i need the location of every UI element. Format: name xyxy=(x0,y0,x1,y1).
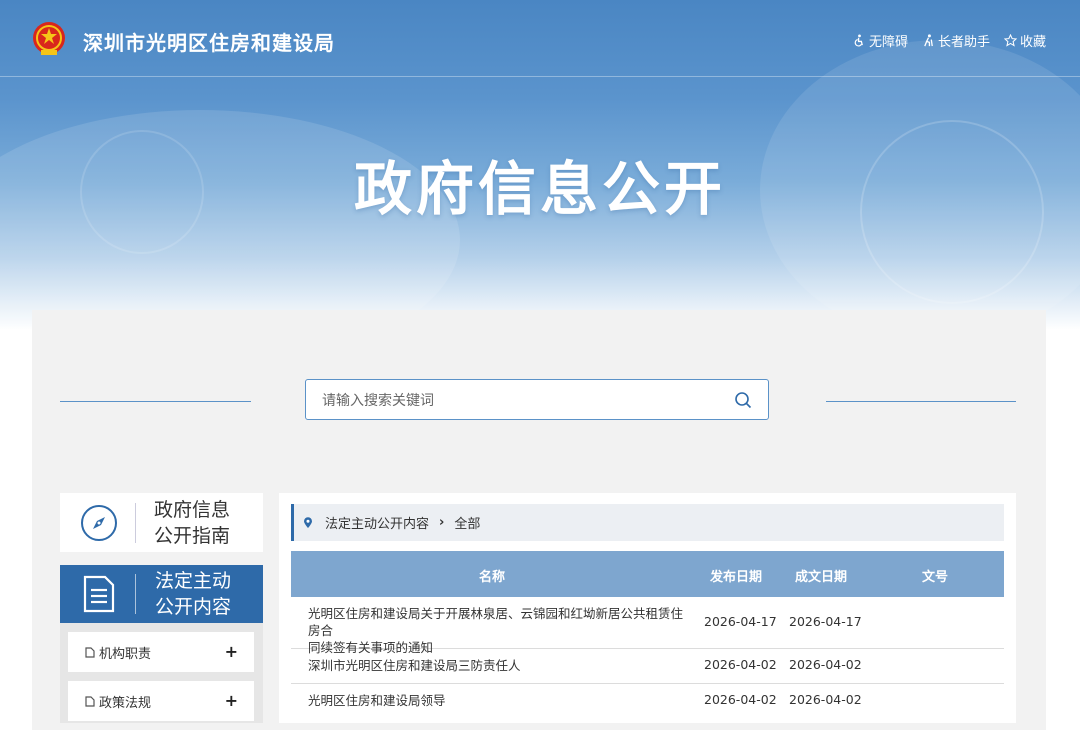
row-publish-date: 2026-04-02 xyxy=(704,657,777,672)
statutory-label: 法定主动 公开内容 xyxy=(155,568,235,620)
sidebar-item-org-duties[interactable]: 机构职责 + xyxy=(68,632,254,672)
search-input[interactable] xyxy=(320,389,724,413)
site-title[interactable]: 深圳市光明区住房和建设局 xyxy=(83,27,335,56)
table-header: 名称 发布日期 成文日期 文号 xyxy=(291,551,1004,597)
row-title[interactable]: 光明区住房和建设局领导 xyxy=(308,692,693,709)
chevron-right-icon: › xyxy=(439,515,445,530)
row-written-date: 2026-04-02 xyxy=(789,657,862,672)
row-publish-date: 2026-04-17 xyxy=(704,614,777,629)
guide-label-line1: 政府信息 xyxy=(154,498,231,521)
accessibility-icon xyxy=(854,34,863,47)
statutory-label-line2: 公开内容 xyxy=(155,596,232,618)
favorite-label: 收藏 xyxy=(1019,35,1046,50)
sidebar-item-label: 政策法规 xyxy=(99,695,152,711)
elder-helper-link[interactable]: 长者助手 xyxy=(922,31,990,50)
table-row: 深圳市光明区住房和建设局三防责任人 2026-04-02 2026-04-02 xyxy=(291,649,1004,684)
favorite-link[interactable]: 收藏 xyxy=(1003,31,1046,50)
statutory-label-line1: 法定主动 xyxy=(155,570,232,592)
table-row: 光明区住房和建设局关于开展林泉居、云锦园和红坳新居公共租赁住房合 同续签有关事项… xyxy=(291,597,1004,655)
hero-title: 政府信息公开 xyxy=(353,155,726,223)
sidebar-item-policies[interactable]: 政策法规 + xyxy=(68,681,254,721)
breadcrumb-section[interactable]: 法定主动公开内容 xyxy=(325,513,429,532)
file-icon xyxy=(85,646,95,658)
guide-label: 政府信息 公开指南 xyxy=(154,497,234,549)
column-header-publish-date: 发布日期 xyxy=(710,570,763,585)
breadcrumb: 法定主动公开内容 › 全部 xyxy=(291,504,1004,541)
accessibility-link[interactable]: 无障碍 xyxy=(853,31,908,50)
table-row: 光明区住房和建设局领导 2026-04-02 2026-04-02 xyxy=(291,684,1004,718)
elder-helper-label: 长者助手 xyxy=(937,35,990,50)
row-title-line1: 光明区住房和建设局关于开展林泉居、云锦园和红坳新居公共租赁住房合 xyxy=(308,606,684,638)
banner: 深圳市光明区住房和建设局 无障碍 长者助手 收藏 政府信息公开 xyxy=(0,0,1080,330)
elder-helper-icon xyxy=(924,34,933,47)
compass-icon xyxy=(81,504,117,541)
guide-label-line2: 公开指南 xyxy=(154,524,231,547)
expand-icon[interactable]: + xyxy=(225,642,238,661)
search-box xyxy=(305,379,769,420)
row-publish-date: 2026-04-02 xyxy=(704,692,777,707)
sidebar-item-guide[interactable]: 政府信息 公开指南 xyxy=(60,493,263,552)
sidebar-submenu: 机构职责 + 政策法规 + xyxy=(60,623,263,723)
sidebar-item-statutory[interactable]: 法定主动 公开内容 xyxy=(60,565,263,623)
search-right-divider xyxy=(826,401,1016,402)
star-icon xyxy=(1003,34,1017,47)
column-header-written-date: 成文日期 xyxy=(795,570,848,585)
divider xyxy=(135,574,136,614)
row-title[interactable]: 深圳市光明区住房和建设局三防责任人 xyxy=(308,657,693,674)
sidebar-item-label: 机构职责 xyxy=(99,646,152,662)
column-header-doc-number: 文号 xyxy=(922,570,949,585)
location-pin-icon xyxy=(304,516,312,528)
search-icon[interactable] xyxy=(734,391,752,409)
search-left-divider xyxy=(60,401,251,402)
content-area: 法定主动公开内容 › 全部 名称 发布日期 成文日期 文号 光明区住房和建设局关… xyxy=(279,493,1016,723)
column-header-name: 名称 xyxy=(479,570,506,585)
document-icon xyxy=(83,575,115,613)
breadcrumb-current: 全部 xyxy=(454,517,481,532)
row-written-date: 2026-04-17 xyxy=(789,614,862,629)
divider xyxy=(135,502,136,543)
file-icon xyxy=(85,695,95,707)
top-links: 无障碍 长者助手 收藏 xyxy=(853,31,1046,50)
header-divider xyxy=(0,76,1080,77)
expand-icon[interactable]: + xyxy=(225,691,238,710)
row-written-date: 2026-04-02 xyxy=(789,692,862,707)
accessibility-label: 无障碍 xyxy=(868,35,908,50)
national-emblem-icon[interactable] xyxy=(30,20,68,58)
